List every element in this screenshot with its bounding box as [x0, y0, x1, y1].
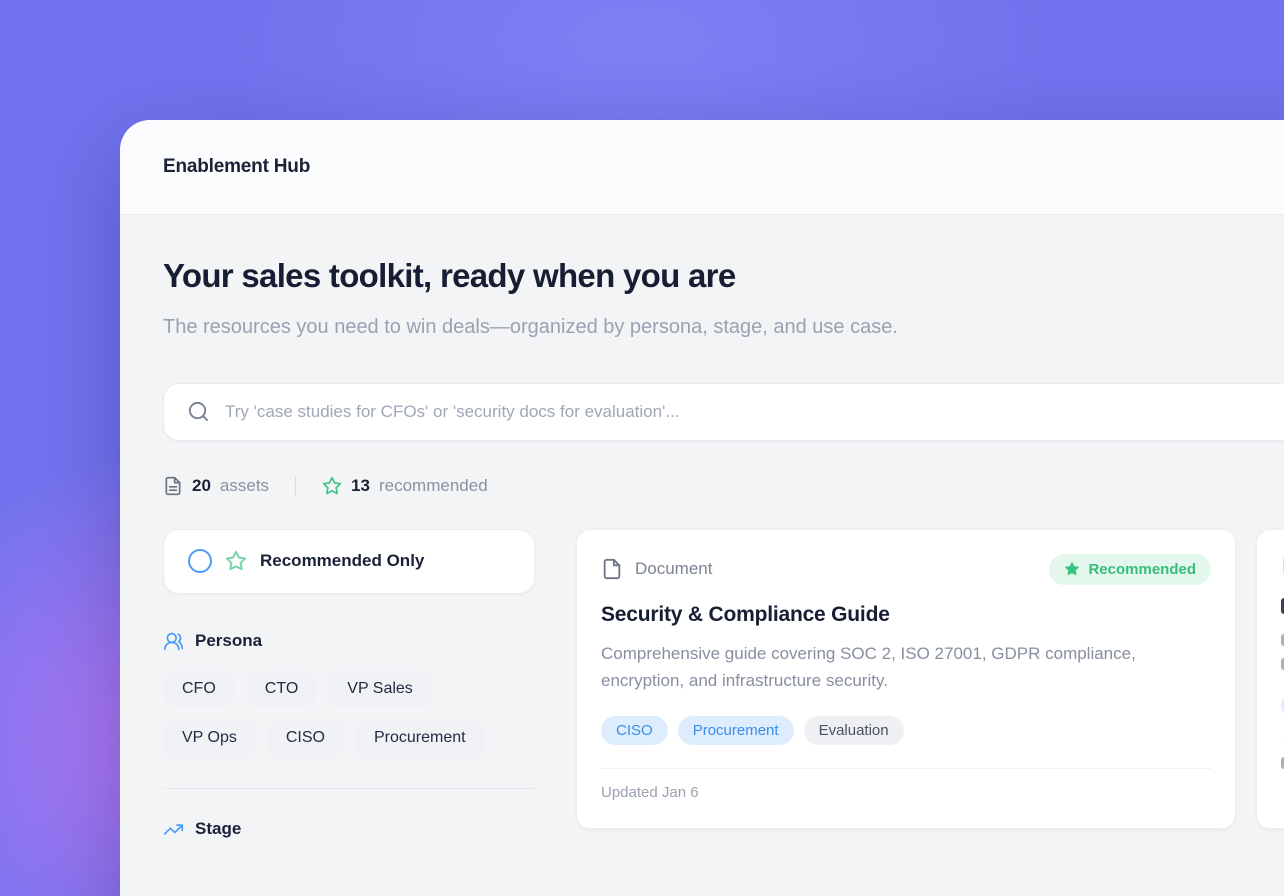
recommended-badge: Recommended: [1049, 554, 1211, 585]
search-input[interactable]: [225, 402, 1284, 422]
card-type: Document: [601, 558, 712, 580]
star-icon: [225, 550, 247, 572]
search-icon: [187, 400, 210, 423]
persona-chip-procurement[interactable]: Procurement: [355, 719, 485, 757]
card-type-label: Document: [635, 559, 712, 579]
card-divider: [601, 768, 1211, 769]
page-subtitle: The resources you need to win deals—orga…: [163, 311, 983, 345]
main-panel: Enablement Hub Your sales toolkit, ready…: [120, 120, 1284, 896]
users-icon: [163, 631, 184, 652]
persona-chip-vp-sales[interactable]: VP Sales: [328, 670, 432, 708]
app-title: Enablement Hub: [163, 156, 310, 178]
tag-evaluation[interactable]: Evaluation: [804, 716, 904, 745]
assets-count: 20: [192, 476, 211, 496]
card-description: Comprehensive guide covering SOC 2, ISO …: [601, 640, 1191, 695]
card-title: Security & Compliance Guide: [601, 603, 1211, 627]
persona-section-heading: Persona: [163, 631, 535, 652]
recommended-stat: 13 recommended: [322, 476, 488, 496]
assets-stat: 20 assets: [163, 476, 269, 496]
recommended-label: recommended: [379, 476, 488, 496]
tag-procurement[interactable]: Procurement: [678, 716, 794, 745]
stage-label: Stage: [195, 819, 241, 839]
recommended-count: 13: [351, 476, 370, 496]
content-row: Recommended Only Persona CFO CTO VP Sales V…: [163, 529, 1284, 840]
panel-body: Your sales toolkit, ready when you are T…: [120, 215, 1284, 840]
panel-header: Enablement Hub: [120, 120, 1284, 215]
persona-chip-ciso[interactable]: CISO: [267, 719, 344, 757]
sidebar-divider: [163, 788, 535, 789]
persona-chip-cto[interactable]: CTO: [246, 670, 317, 708]
star-filled-icon: [1064, 561, 1080, 577]
radio-circle-icon: [188, 549, 212, 573]
file-icon: [601, 558, 623, 580]
card-tags: CISO Procurement Evaluation: [601, 716, 1211, 745]
star-icon: [322, 476, 342, 496]
card-updated: Updated Jan 6: [601, 784, 1211, 801]
stats-divider: [295, 476, 296, 496]
persona-chips: CFO CTO VP Sales VP Ops CISO Procurement: [163, 670, 535, 757]
assets-label: assets: [220, 476, 269, 496]
asset-cards: Document Recommended Security & Complian…: [576, 529, 1284, 829]
recommended-only-toggle[interactable]: Recommended Only: [163, 529, 535, 594]
persona-label: Persona: [195, 631, 262, 651]
recommended-only-label: Recommended Only: [260, 551, 424, 571]
stats-row: 20 assets 13 recommended: [163, 476, 1284, 496]
filter-sidebar: Recommended Only Persona CFO CTO VP Sales V…: [163, 529, 535, 840]
trending-up-icon: [163, 819, 184, 840]
asset-card-security-compliance-guide[interactable]: Document Recommended Security & Complian…: [576, 529, 1236, 829]
file-text-icon: [163, 476, 183, 496]
recommended-badge-label: Recommended: [1088, 561, 1196, 578]
stage-section-heading: Stage: [163, 819, 535, 840]
asset-card-partial[interactable]: [1256, 529, 1284, 829]
page-title: Your sales toolkit, ready when you are: [163, 257, 1284, 295]
persona-chip-cfo[interactable]: CFO: [163, 670, 235, 708]
card-top-row: Document Recommended: [601, 554, 1211, 585]
tag-ciso[interactable]: CISO: [601, 716, 668, 745]
persona-chip-vp-ops[interactable]: VP Ops: [163, 719, 256, 757]
search-bar[interactable]: [163, 383, 1284, 441]
